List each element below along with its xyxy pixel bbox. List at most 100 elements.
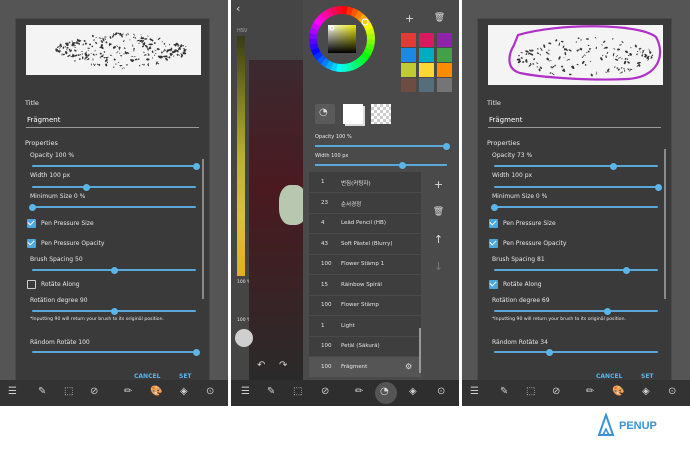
edit-icon[interactable]: ✎ [38, 386, 46, 397]
brush-list-scrollbar[interactable] [419, 328, 421, 373]
slider-thumb[interactable] [546, 349, 554, 356]
palette-button-active[interactable]: ◔ [375, 382, 397, 404]
eraser-icon[interactable]: ⊘ [90, 386, 98, 397]
cancel-button[interactable]: CANCEL [134, 373, 160, 380]
brush-list-item[interactable]: 4 Leäd Pencil (HB) [309, 213, 421, 234]
slider-track[interactable] [494, 351, 658, 353]
brush-settings-icon[interactable]: ⚙ [405, 362, 412, 371]
add-brush-button[interactable]: + [430, 176, 447, 193]
slider-thumb[interactable] [110, 308, 118, 315]
title-input[interactable]: Frägment [489, 116, 522, 124]
layers-icon[interactable]: ◈ [180, 386, 188, 397]
menu-icon[interactable]: ☰ [8, 386, 17, 397]
layers-icon[interactable]: ◈ [642, 386, 650, 397]
color-swatch[interactable] [401, 78, 416, 92]
slider-thumb[interactable] [654, 184, 662, 191]
add-swatch-button[interactable]: + [401, 10, 418, 27]
color-swatch[interactable] [437, 78, 452, 92]
slider-thumb[interactable] [82, 184, 90, 191]
more-icon[interactable]: ⊙ [668, 386, 676, 397]
brush-list-item[interactable]: 23 순서경정 [309, 193, 421, 214]
color-swatch[interactable] [419, 48, 434, 62]
slider-thumb[interactable] [490, 204, 498, 211]
brush-list-item[interactable]: 1 Light [309, 316, 421, 337]
brush-list-item[interactable]: 43 Soft Pästel (Blurry) [309, 234, 421, 255]
slider-track[interactable] [32, 165, 196, 167]
color-swatch[interactable] [401, 48, 416, 62]
palette-icon[interactable]: 🎨 [150, 386, 162, 397]
cancel-button[interactable]: CANCEL [596, 373, 622, 380]
brush-list-item[interactable]: 1 번짐(커팅자) [309, 172, 421, 193]
delete-brush-button[interactable]: 🗑 [430, 204, 447, 221]
hue-strip[interactable] [237, 36, 245, 276]
brush-list-item[interactable]: 100 Flower Stämp [309, 295, 421, 316]
opacity-slider[interactable] [315, 143, 450, 150]
slider-track[interactable] [32, 206, 196, 208]
color-swatch[interactable] [419, 78, 434, 92]
select-icon[interactable]: ⬚ [64, 386, 73, 397]
more-icon[interactable]: ⊙ [206, 386, 214, 397]
brush-list-item[interactable]: 100 Petäl (Säkurä) [309, 336, 421, 357]
redo-icon[interactable]: ↷ [279, 360, 287, 371]
slider-track[interactable] [494, 310, 658, 312]
transparent-color[interactable] [371, 104, 391, 124]
undo-icon[interactable]: ↶ [257, 360, 265, 371]
pen-pressure-size-checkbox[interactable] [27, 219, 36, 228]
pen-icon[interactable]: ✏ [586, 386, 594, 397]
dialog-scrollbar[interactable] [202, 159, 204, 299]
slider-track[interactable] [32, 186, 196, 188]
slider-thumb[interactable] [610, 163, 618, 170]
color-swatch[interactable] [437, 48, 452, 62]
dialog-scrollbar[interactable] [664, 149, 666, 299]
color-wheel[interactable] [309, 6, 375, 72]
color-dot[interactable] [235, 329, 253, 347]
rotate-along-checkbox[interactable] [27, 280, 36, 289]
palette-tool-button[interactable]: ◔ [315, 104, 335, 124]
pen-pressure-opacity-checkbox[interactable] [489, 239, 498, 248]
color-swatch[interactable] [401, 33, 416, 47]
color-swatch[interactable] [419, 33, 434, 47]
more-icon[interactable]: ⊙ [437, 386, 445, 397]
width-slider[interactable] [315, 162, 447, 169]
select-icon[interactable]: ⬚ [526, 386, 535, 397]
brush-list-item[interactable]: 100 Frägment ⚙ [309, 356, 421, 377]
color-swatch[interactable] [437, 33, 452, 47]
color-swatch[interactable] [437, 63, 452, 77]
slider-track[interactable] [494, 269, 658, 271]
rotate-along-checkbox[interactable] [489, 280, 498, 289]
set-button[interactable]: SET [641, 373, 654, 380]
slider-track[interactable] [32, 351, 196, 353]
edit-icon[interactable]: ✎ [500, 386, 508, 397]
slider-thumb[interactable] [192, 163, 200, 170]
set-button[interactable]: SET [179, 373, 192, 380]
edit-icon[interactable]: ✎ [267, 386, 275, 397]
pen-icon[interactable]: ✏ [124, 386, 132, 397]
color-swatch[interactable] [401, 63, 416, 77]
slider-thumb[interactable] [110, 267, 118, 274]
title-input[interactable]: Frägment [27, 116, 60, 124]
slider-track[interactable] [494, 165, 658, 167]
move-up-button[interactable]: ↑ [430, 231, 447, 248]
pen-pressure-size-checkbox[interactable] [489, 219, 498, 228]
brush-list-item[interactable]: 100 Flower Stämp 1 [309, 254, 421, 275]
slider-thumb[interactable] [603, 308, 611, 315]
palette-icon[interactable]: 🎨 [612, 386, 624, 397]
slider-thumb[interactable] [623, 267, 631, 274]
eraser-icon[interactable]: ⊘ [321, 386, 329, 397]
layers-icon[interactable]: ◈ [409, 386, 417, 397]
delete-swatch-button[interactable]: 🗑 [431, 10, 448, 27]
back-icon[interactable]: ‹ [236, 2, 240, 15]
slider-track[interactable] [494, 186, 658, 188]
slider-thumb[interactable] [28, 204, 36, 211]
select-icon[interactable]: ⬚ [293, 386, 302, 397]
color-swatch[interactable] [419, 63, 434, 77]
menu-icon[interactable]: ☰ [241, 386, 250, 397]
slider-thumb[interactable] [192, 349, 200, 356]
pen-icon[interactable]: ✏ [355, 386, 363, 397]
menu-icon[interactable]: ☰ [470, 386, 479, 397]
move-down-button[interactable]: ↓ [430, 258, 447, 275]
eraser-icon[interactable]: ⊘ [552, 386, 560, 397]
pen-pressure-opacity-checkbox[interactable] [27, 239, 36, 248]
slider-track[interactable] [494, 206, 658, 208]
opacity-slider-thumb[interactable] [443, 143, 450, 150]
